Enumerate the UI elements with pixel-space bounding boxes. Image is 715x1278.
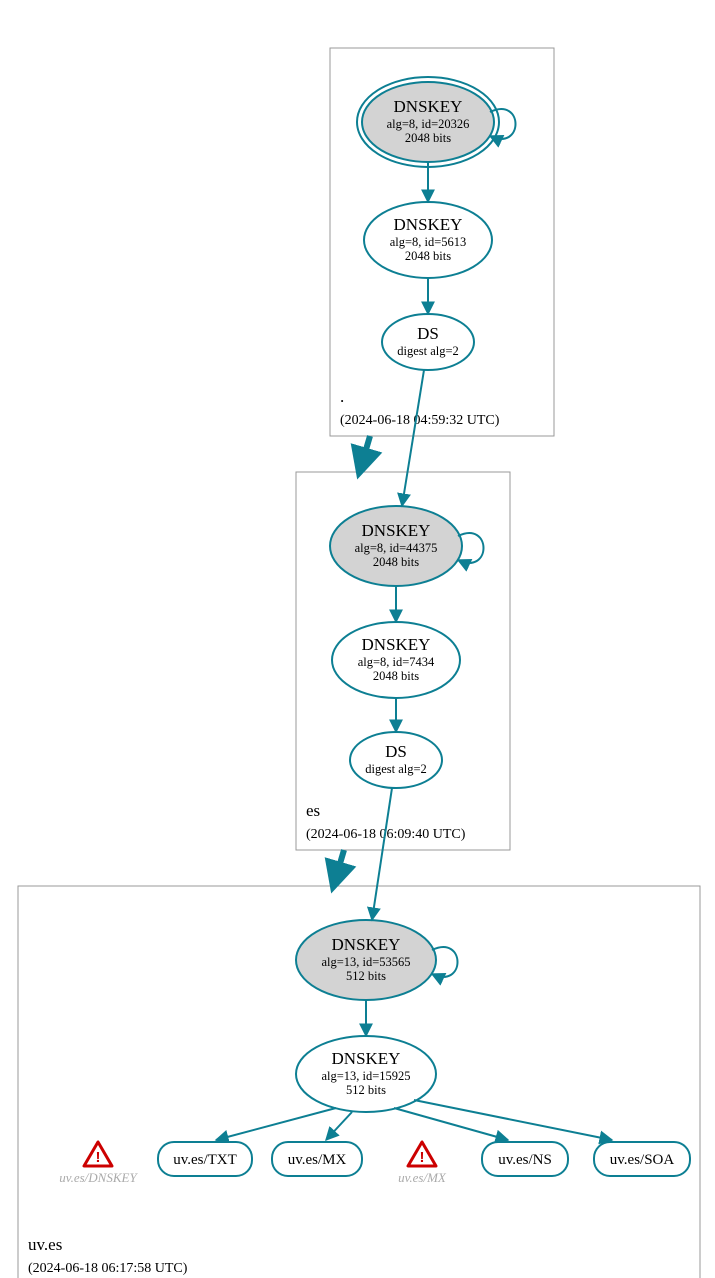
zone-name: es [306,801,320,820]
node-root_ksk: DNSKEYalg=8, id=203262048 bits [357,77,499,167]
edge-record [414,1100,612,1140]
node-sub1: alg=13, id=53565 [321,955,410,969]
node-sub2: 2048 bits [373,555,419,569]
zone-name: uv.es [28,1235,62,1254]
zone-timestamp: (2024-06-18 04:59:32 UTC) [340,413,500,428]
edge-ds [402,370,424,506]
node-title: DNSKEY [394,97,463,116]
node-sub1: digest alg=2 [365,762,427,776]
warning-label: uv.es/DNSKEY [59,1170,138,1185]
node-root_ds: DSdigest alg=2 [382,314,474,370]
zone-timestamp: (2024-06-18 06:17:58 UTC) [28,1261,188,1276]
svg-text:!: ! [96,1149,101,1166]
edge-zone [334,850,344,884]
node-es_zsk: DNSKEYalg=8, id=74342048 bits [332,622,460,698]
node-sub1: alg=8, id=20326 [387,117,470,131]
edge-record [394,1108,508,1140]
edge-record [326,1112,352,1140]
record-label: uv.es/MX [288,1152,347,1168]
node-root_zsk: DNSKEYalg=8, id=56132048 bits [364,202,492,278]
dnssec-diagram: . (2024-06-18 04:59:32 UTC) es (2024-06-18 … [0,0,715,1278]
node-sub1: alg=8, id=5613 [390,235,467,249]
node-sub2: 2048 bits [405,249,451,263]
node-title: DNSKEY [362,521,431,540]
node-title: DS [417,324,439,343]
node-sub1: digest alg=2 [397,344,459,358]
node-sub1: alg=13, id=15925 [321,1069,410,1083]
zone-name: . [340,387,344,406]
node-sub2: 2048 bits [373,669,419,683]
record-label: uv.es/TXT [173,1152,237,1168]
record-mx: uv.es/MX [272,1142,362,1176]
record-txt: uv.es/TXT [158,1142,252,1176]
warning-label: uv.es/MX [398,1170,447,1185]
node-sub2: 512 bits [346,1083,386,1097]
node-sub2: 512 bits [346,969,386,983]
node-sub1: alg=8, id=44375 [355,541,438,555]
warn-dnskey: ! uv.es/DNSKEY [59,1142,138,1185]
node-es_ksk: DNSKEYalg=8, id=443752048 bits [330,506,462,586]
node-sub1: alg=8, id=7434 [358,655,435,669]
record-soa: uv.es/SOA [594,1142,690,1176]
record-ns: uv.es/NS [482,1142,568,1176]
svg-text:!: ! [420,1149,425,1166]
node-es_ds: DSdigest alg=2 [350,732,442,788]
node-uv_ksk: DNSKEYalg=13, id=53565512 bits [296,920,436,1000]
node-title: DNSKEY [394,215,463,234]
node-title: DNSKEY [362,635,431,654]
edge-ds [372,788,392,920]
node-title: DNSKEY [332,1049,401,1068]
record-label: uv.es/SOA [610,1152,675,1168]
node-title: DNSKEY [332,935,401,954]
node-title: DS [385,742,407,761]
record-label: uv.es/NS [498,1152,552,1168]
edge-record [216,1108,336,1140]
warn-mx: ! uv.es/MX [398,1142,447,1185]
edge-zone [360,436,370,470]
node-sub2: 2048 bits [405,131,451,145]
